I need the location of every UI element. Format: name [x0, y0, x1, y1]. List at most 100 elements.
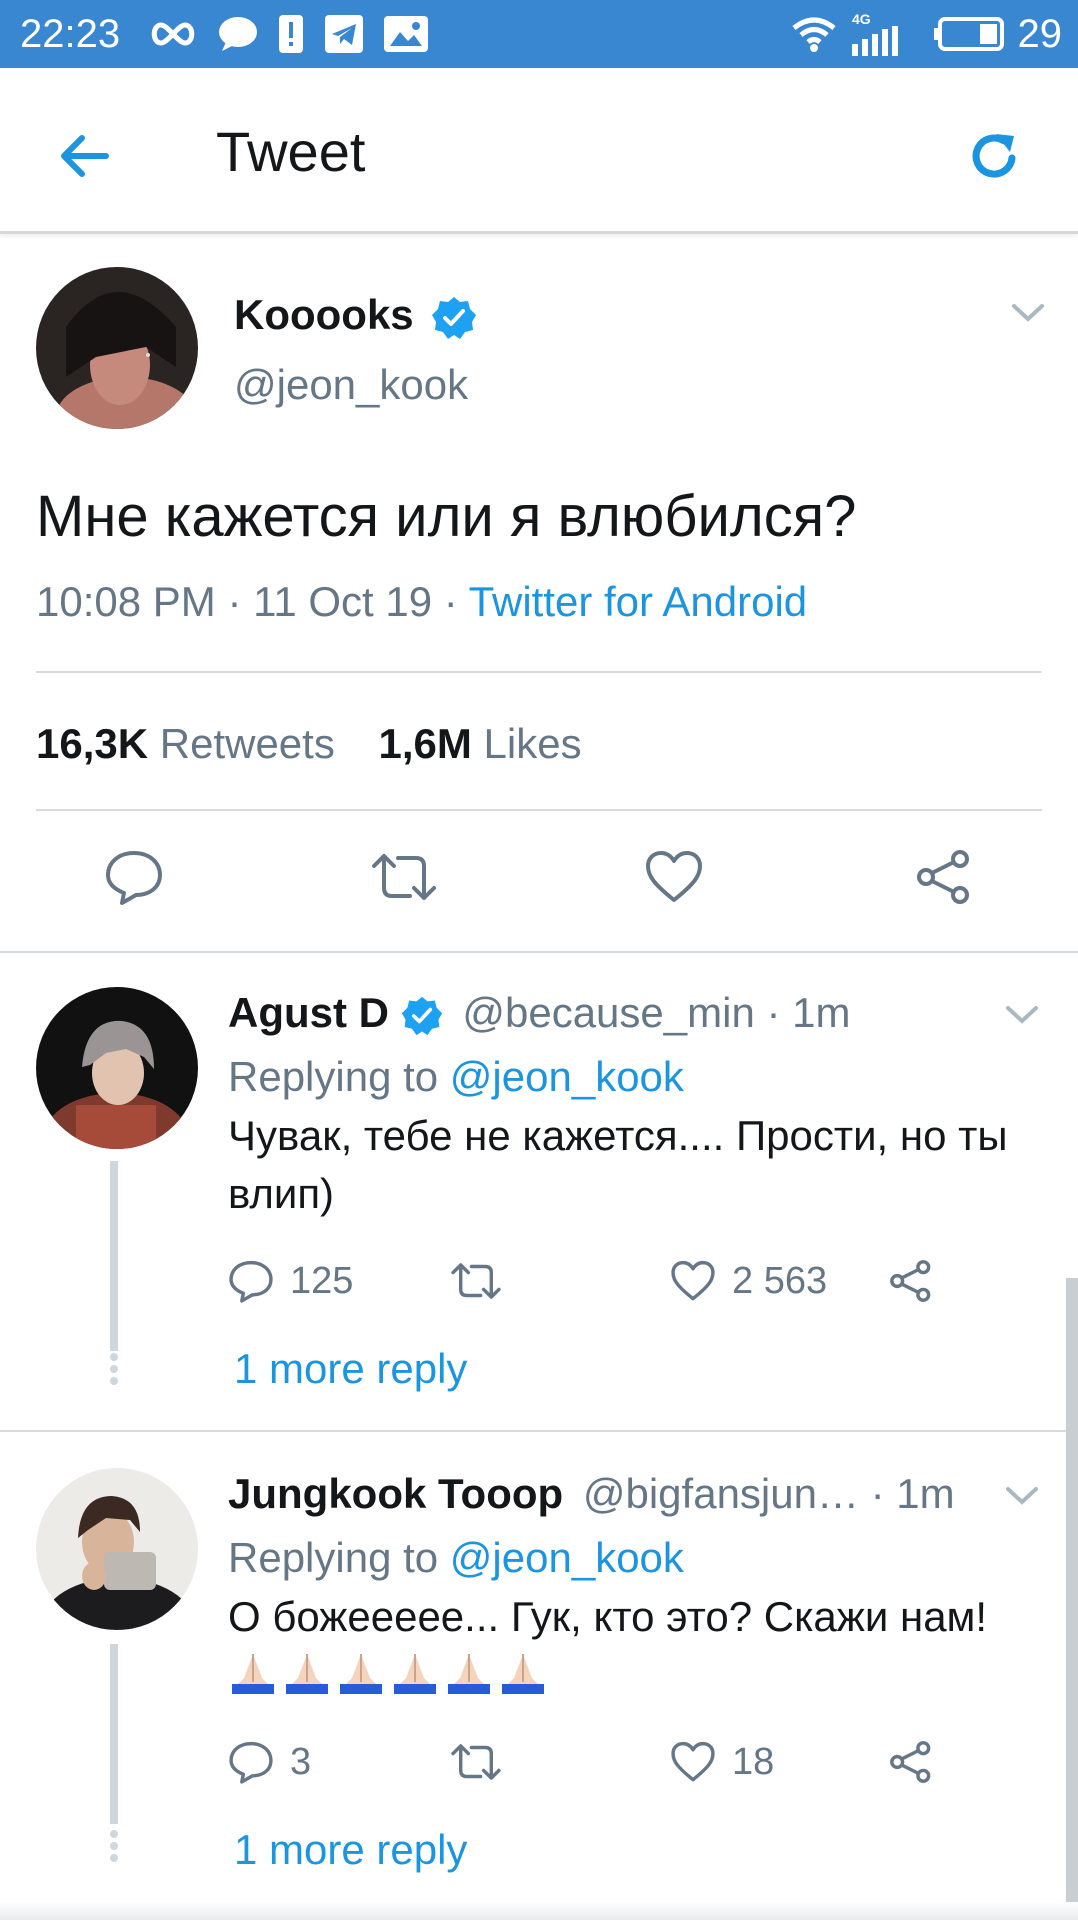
tweet-stats: 16,3K Retweets 1,6M Likes [36, 717, 582, 771]
thread-line [110, 1644, 118, 1824]
retweets-stat[interactable]: 16,3K Retweets [36, 720, 335, 767]
avatar[interactable] [36, 267, 198, 429]
like-button[interactable]: 18 [670, 1734, 774, 1790]
share-icon [890, 1260, 931, 1302]
share-button[interactable] [904, 837, 984, 917]
divider [36, 671, 1042, 673]
bottom-edge [0, 1902, 1078, 1920]
reply-button[interactable] [94, 837, 174, 917]
tweet-meta: 10:08 PM · 11 Oct 19 · Twitter for Andro… [36, 575, 807, 629]
share-button[interactable] [888, 1253, 934, 1309]
tweet-menu-button[interactable] [1004, 289, 1052, 337]
emoji-row [228, 1650, 1048, 1694]
reply-tweet[interactable]: Agust D @because_min · 1m Replying to @j… [0, 955, 1078, 1429]
refresh-icon [972, 134, 1016, 178]
battery-icon [934, 12, 1004, 56]
reply-actions: 125 2 563 [228, 1253, 988, 1309]
tweet-menu-button[interactable] [998, 991, 1046, 1039]
thread-line [110, 1161, 118, 1351]
chat-bubble-icon [216, 12, 260, 56]
tweet-timestamp: 10:08 PM · 11 Oct 19 · [36, 578, 469, 625]
more-replies-link[interactable]: 1 more reply [234, 1822, 467, 1878]
status-bar: 22:23 4G 29 [0, 0, 1078, 68]
author-handle[interactable]: @because_min · 1m [462, 989, 850, 1036]
verified-badge-icon [432, 296, 477, 339]
retweet-icon [451, 1263, 501, 1299]
folded-hands-emoji-icon [448, 1654, 490, 1694]
reply-tweet[interactable]: Jungkook Tooop @bigfansjun… · 1m Replyin… [0, 1436, 1078, 1920]
reply-text: Чувак, тебе не кажется.... Прости, но ты… [228, 1112, 1008, 1217]
retweet-button[interactable] [364, 837, 444, 917]
retweet-icon [451, 1744, 501, 1780]
replying-to: Replying to @jeon_kook [228, 1049, 684, 1105]
folded-hands-emoji-icon [286, 1654, 328, 1694]
retweets-count: 16,3K [36, 720, 149, 767]
telegram-icon [322, 12, 366, 56]
reply-text: О божеееее... Гук, кто это? Скажи нам! [228, 1593, 988, 1640]
author-handle[interactable]: @jeon_kook [234, 357, 468, 413]
back-button[interactable] [48, 120, 120, 192]
reply-count: 3 [290, 1740, 312, 1783]
replying-to: Replying to @jeon_kook [228, 1530, 684, 1586]
reply-icon [229, 1260, 273, 1303]
author-name[interactable]: Jungkook Tooop [228, 1470, 563, 1517]
tweet-menu-button[interactable] [998, 1472, 1046, 1520]
chevron-down-icon [1006, 1487, 1038, 1505]
avatar[interactable] [36, 987, 198, 1149]
battery-level: 29 [1017, 12, 1063, 56]
arrow-left-icon [61, 135, 109, 177]
share-icon [917, 850, 969, 904]
chevron-down-icon [1012, 304, 1044, 322]
tweet-source-link[interactable]: Twitter for Android [469, 578, 807, 625]
tweet-actions [0, 837, 1078, 917]
share-button[interactable] [888, 1734, 934, 1790]
reply-header: Agust D @because_min · 1m [228, 985, 850, 1041]
heart-icon [671, 1260, 715, 1301]
verified-badge-icon [401, 996, 442, 1036]
replying-label: Replying to [228, 1053, 450, 1100]
heart-icon [671, 1741, 715, 1782]
share-icon [890, 1741, 931, 1783]
reply-button[interactable]: 125 [228, 1253, 353, 1309]
thread-dots [110, 1830, 118, 1866]
separator [0, 1430, 1078, 1432]
page-title: Tweet [216, 120, 366, 183]
like-button[interactable]: 2 563 [670, 1253, 827, 1309]
folded-hands-emoji-icon [394, 1654, 436, 1694]
author-name[interactable]: Agust D [228, 989, 389, 1036]
reply-header: Jungkook Tooop @bigfansjun… · 1m [228, 1466, 955, 1522]
mention-link[interactable]: @jeon_kook [450, 1053, 684, 1100]
scrollbar[interactable] [1066, 1278, 1078, 1920]
likes-label: Likes [483, 720, 582, 767]
separator [0, 951, 1078, 953]
infinity-icon [146, 12, 200, 56]
likes-count: 1,6M [378, 720, 472, 767]
like-button[interactable] [634, 837, 714, 917]
tweet-text: Мне кажется или я влюбился? [36, 484, 857, 549]
reply-actions: 3 18 [228, 1734, 988, 1790]
reply-button[interactable]: 3 [228, 1734, 311, 1790]
thread-dots [110, 1353, 118, 1389]
author-handle[interactable]: @bigfansjun… · 1m [583, 1470, 955, 1517]
top-app-bar: Tweet [0, 68, 1078, 234]
avatar[interactable] [36, 1468, 198, 1630]
retweet-button[interactable] [450, 1253, 518, 1309]
status-time: 22:23 [20, 12, 121, 56]
likes-stat[interactable]: 1,6M Likes [379, 720, 582, 767]
like-count: 2 563 [732, 1259, 828, 1302]
author-name-text: Kooooks [234, 291, 414, 338]
author-name[interactable]: Kooooks [234, 287, 477, 343]
heart-icon [646, 851, 702, 902]
signal-icon: 4G [852, 12, 912, 56]
reply-icon [106, 851, 162, 905]
refresh-button[interactable] [958, 120, 1030, 192]
divider [36, 809, 1042, 811]
folded-hands-emoji-icon [232, 1654, 274, 1694]
mention-link[interactable]: @jeon_kook [450, 1534, 684, 1581]
retweet-button[interactable] [450, 1734, 518, 1790]
network-label: 4G [852, 11, 871, 27]
image-icon [382, 12, 430, 56]
reply-icon [229, 1741, 273, 1784]
like-count: 18 [732, 1740, 775, 1783]
more-replies-link[interactable]: 1 more reply [234, 1341, 467, 1397]
